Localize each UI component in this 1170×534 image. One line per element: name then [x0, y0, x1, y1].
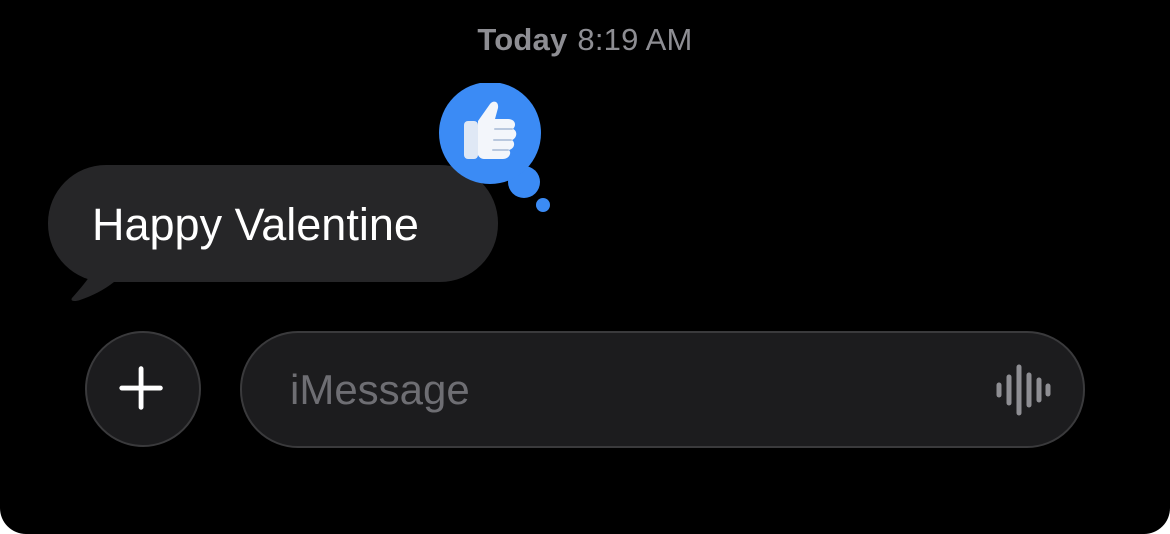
tapback-reaction[interactable] — [438, 83, 554, 213]
imessage-input[interactable]: iMessage — [240, 331, 1085, 448]
messages-screen: Today 8:19 AM Happy Valentine iMessage — [0, 0, 1170, 534]
timestamp-time: 8:19 AM — [577, 22, 693, 57]
add-attachment-button[interactable] — [85, 331, 201, 447]
waveform-icon[interactable] — [994, 363, 1052, 417]
message-timestamp: Today 8:19 AM — [0, 22, 1170, 58]
message-text: Happy Valentine — [92, 199, 419, 250]
plus-icon — [119, 366, 163, 410]
timestamp-day: Today — [477, 22, 568, 57]
input-placeholder: iMessage — [290, 366, 470, 413]
